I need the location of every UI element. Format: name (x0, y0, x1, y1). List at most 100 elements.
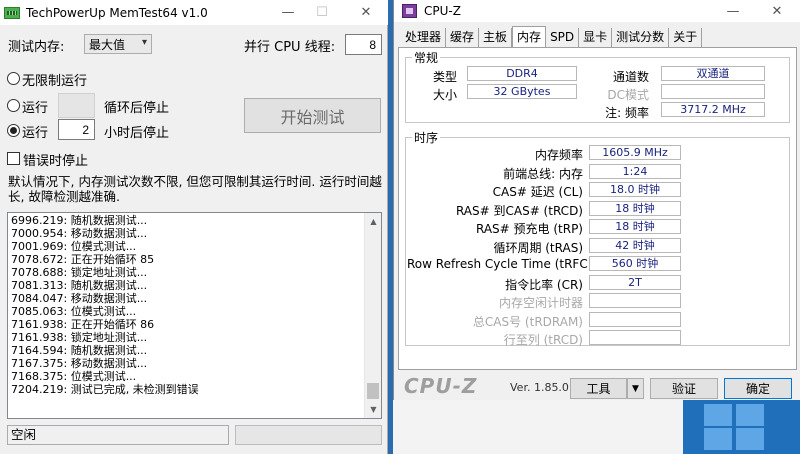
status-text: 空闲 (7, 425, 229, 445)
log-lines: 6996.219: 随机数据测试... 7000.954: 移动数据测试... 70… (11, 214, 199, 396)
ok-button-label: 确定 (745, 382, 770, 396)
tools-button[interactable]: 工具 (570, 378, 627, 399)
timing-label: RAS# 预充电 (tRP) (475, 222, 583, 236)
timing-value: 18.0 时钟 (589, 182, 681, 197)
loops-suffix-label: 循环后停止 (104, 101, 170, 116)
ok-button[interactable]: 确定 (724, 378, 792, 399)
radio-run-hours[interactable] (7, 124, 20, 137)
windows-logo-pane (704, 404, 732, 426)
stop-on-error-label: 错误时停止 (23, 154, 89, 169)
timing-label: 行至列 (tRCD) (503, 333, 583, 347)
tools-dropdown-button[interactable]: ▼ (627, 378, 644, 399)
timing-label: RAS# 到CAS# (tRCD) (455, 203, 583, 218)
threads-input[interactable] (345, 34, 382, 55)
timing-value (589, 311, 681, 327)
timing-label: 内存空闲计时器 (498, 296, 583, 310)
tools-button-label: 工具 (586, 382, 611, 396)
timing-value: 1:24 (589, 163, 681, 179)
maximize-icon: ☐ (316, 5, 328, 20)
scroll-up-icon[interactable]: ▲ (365, 213, 381, 230)
radio-unlimited-label: 无限制运行 (22, 74, 88, 89)
tab-2[interactable]: 主板 (479, 28, 513, 48)
log-line: 7084.047: 移动数据测试... (11, 292, 148, 305)
tab-0[interactable]: 处理器 (401, 28, 447, 48)
channels-value: 双通道 (661, 66, 765, 81)
desktop-window-area (393, 400, 683, 454)
log-scrollbar[interactable]: ▲ ▼ (364, 213, 381, 418)
windows-logo-pane (704, 428, 732, 450)
note-frequency-value: 3717.2 MHz (661, 102, 765, 117)
timing-label: 内存频率 (534, 148, 583, 162)
timing-label: 总CAS号 (tRDRAM) (472, 314, 583, 329)
minimize-icon[interactable]: — (713, 0, 753, 22)
tab-6[interactable]: 测试分数 (612, 28, 670, 48)
log-line: 7085.063: 位模式测试... (11, 305, 137, 318)
cpuz-window: CPU-Z — ✕ 处理器 缓存 主板 内存 SPD 显卡 测试分数 关于 常规 类型 DDR… (393, 0, 800, 400)
tab-7[interactable]: 关于 (669, 28, 703, 48)
scroll-down-icon[interactable]: ▼ (365, 401, 381, 418)
general-group-title: 常规 (412, 49, 441, 66)
timing-label: 循环周期 (tRAS) (493, 240, 583, 255)
memory-amount-dropdown[interactable]: 最大值 ▾ (84, 34, 152, 54)
type-value: DDR4 (467, 66, 577, 81)
progress-bar (235, 425, 382, 445)
test-memory-label: 测试内存: (8, 40, 65, 55)
hours-input[interactable] (58, 119, 95, 140)
log-line: 6996.219: 随机数据测试... (11, 214, 148, 227)
timing-value: 42 时钟 (589, 237, 681, 253)
start-test-button[interactable]: 开始测试 (244, 98, 381, 133)
timing-value: 2T (589, 274, 681, 290)
log-line: 7081.313: 随机数据测试... (11, 279, 148, 292)
stop-on-error-checkbox[interactable] (7, 152, 20, 165)
log-line: 7167.375: 移动数据测试... (11, 357, 148, 370)
cpuz-title: CPU-Z (424, 4, 461, 18)
timing-value: 18 时钟 (589, 219, 681, 234)
size-value: 32 GBytes (467, 84, 577, 99)
timing-label: 前端总线: 内存 (503, 166, 583, 181)
timing-label: Row Refresh Cycle Time (tRFC) (407, 257, 593, 271)
memtest-window: TechPowerUp MemTest64 v1.0 — ☐ ✕ 测试内存: 最… (0, 0, 388, 454)
radio-run-loops-label: 运行 (22, 101, 49, 116)
channels-label: 通道数 (612, 70, 649, 84)
note-frequency-label: 注: 频率 (605, 106, 649, 120)
radio-unlimited[interactable] (7, 72, 20, 85)
type-label: 类型 (432, 70, 457, 84)
radio-run-hours-label: 运行 (22, 126, 49, 141)
memtest-titlebar[interactable]: TechPowerUp MemTest64 v1.0 — ☐ ✕ (0, 0, 388, 25)
threads-label: 并行 CPU 线程: (244, 40, 336, 55)
log-line: 7161.938: 正在开始循环 86 (11, 318, 155, 331)
timing-value (589, 330, 681, 345)
validate-button[interactable]: 验证 (650, 378, 718, 399)
description-text: 默认情况下, 内存测试次数不限, 但您可限制其运行时间. 运行时间越长, 故障检… (8, 174, 382, 204)
tab-5[interactable]: 显卡 (579, 28, 613, 48)
close-icon[interactable]: ✕ (757, 0, 797, 22)
timings-group-title: 时序 (412, 129, 441, 146)
log-line: 7078.672: 正在开始循环 85 (11, 253, 155, 266)
tab-3[interactable]: 内存 (512, 26, 547, 48)
memtest-title: TechPowerUp MemTest64 v1.0 (26, 5, 208, 20)
tab-1[interactable]: 缓存 (446, 28, 480, 48)
cpuz-app-icon (402, 4, 417, 18)
cpuz-logo: CPU-Z (404, 374, 478, 398)
hours-suffix-label: 小时后停止 (104, 126, 170, 141)
dc-mode-label: DC模式 (607, 88, 649, 102)
memory-chip-icon (4, 6, 20, 19)
log-line: 7168.375: 位模式测试... (11, 370, 137, 383)
cpuz-footer: CPU-Z Ver. 1.85.0.x64 工具 ▼ 验证 确定 (394, 372, 800, 400)
test-log[interactable]: 6996.219: 随机数据测试... 7000.954: 移动数据测试... 70… (7, 212, 382, 419)
tab-4[interactable]: SPD (546, 28, 580, 48)
cpuz-titlebar[interactable]: CPU-Z — ✕ (394, 0, 800, 22)
radio-run-loops[interactable] (7, 99, 20, 112)
log-line: 7001.969: 位模式测试... (11, 240, 137, 253)
timing-value: 1605.9 MHz (589, 145, 681, 160)
close-icon[interactable]: ✕ (346, 0, 386, 25)
validate-button-label: 验证 (671, 382, 696, 396)
timing-value (589, 293, 681, 308)
timing-label: CAS# 延迟 (CL) (492, 185, 583, 199)
windows-logo-pane (736, 404, 764, 426)
timing-value: 18 时钟 (589, 200, 681, 216)
scrollbar-thumb[interactable] (367, 383, 379, 399)
memory-tab-panel: 常规 类型 DDR4 大小 32 GBytes 通道数 双通道 DC模式 注: … (398, 47, 797, 370)
memory-amount-value: 最大值 (89, 37, 126, 52)
log-line: 7204.219: 测试已完成, 未检测到错误 (11, 383, 199, 396)
